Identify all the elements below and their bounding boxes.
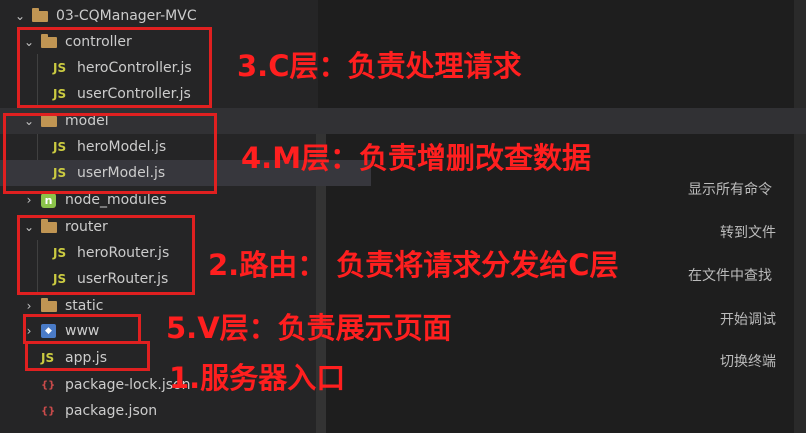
tree-file-package[interactable]: {} package.json (0, 398, 359, 424)
chevron-right-icon: › (26, 193, 32, 207)
folder-open-icon (32, 7, 48, 22)
folder-label: 03-CQManager-MVC (56, 8, 197, 24)
command-start-debug[interactable]: 开始调试 (720, 309, 776, 329)
tree-folder-root[interactable]: ⌄ 03-CQManager-MVC (0, 3, 332, 29)
annotation-box-www (23, 314, 141, 344)
annotation-box-model (3, 113, 217, 194)
chevron-down-icon: ⌄ (14, 9, 26, 23)
annotation-box-app (25, 341, 150, 371)
annotation-view: 5.V层：负责展示页面 (166, 311, 452, 345)
command-toggle-terminal[interactable]: 切换终端 (720, 351, 776, 371)
annotation-router: 2.路由： 负责将请求分发给C层 (208, 248, 619, 282)
annotation-box-router (17, 215, 195, 295)
annotation-box-controller (17, 27, 212, 108)
folder-icon (41, 297, 57, 312)
command-goto-file[interactable]: 转到文件 (720, 222, 776, 242)
node-modules-icon: n (41, 192, 56, 208)
command-show-all[interactable]: 显示所有命令 (688, 179, 772, 199)
file-label: package.json (65, 403, 158, 419)
json-file-icon: {} (41, 405, 56, 417)
chevron-right-icon: › (26, 299, 32, 313)
command-find-in-files[interactable]: 在文件中查找 (688, 265, 772, 285)
folder-label: static (65, 298, 104, 314)
annotation-app: 1.服务器入口 (169, 361, 346, 395)
annotation-model: 4.M层：负责增删改查数据 (241, 141, 592, 175)
json-file-icon: {} (41, 379, 56, 391)
folder-label: node_modules (65, 192, 167, 208)
editor-scrollbar[interactable] (794, 0, 806, 433)
annotation-controller: 3.C层：负责处理请求 (237, 49, 522, 83)
